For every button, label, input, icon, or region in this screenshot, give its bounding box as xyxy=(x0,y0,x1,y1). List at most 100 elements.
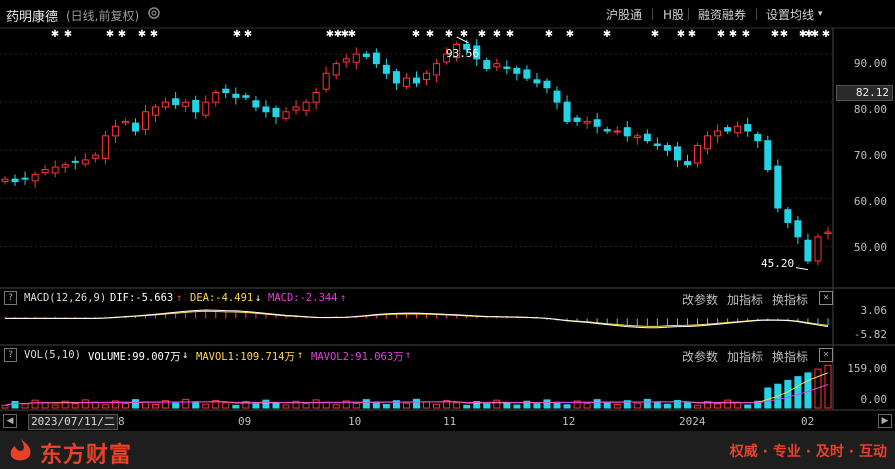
volume-bar xyxy=(91,401,99,409)
close-icon[interactable]: ✕ xyxy=(819,348,833,362)
volume-bar xyxy=(724,399,732,409)
event-marker-icon: ✱ xyxy=(729,29,737,40)
volume-bar xyxy=(192,401,200,409)
volume-bar xyxy=(101,404,109,409)
macd-y-tick: 3.06 xyxy=(860,304,888,317)
volume-bar xyxy=(262,399,270,409)
candle-body xyxy=(653,143,661,146)
candle-body xyxy=(724,127,732,132)
candle-body xyxy=(262,106,270,113)
event-marker-icon: ✱ xyxy=(138,29,146,40)
candle-body xyxy=(683,161,691,166)
candle-body xyxy=(242,95,250,98)
volume-bar xyxy=(152,403,160,409)
candle-body xyxy=(744,124,752,132)
footer-bar: 东方财富 权威 · 专业 · 及时 · 互动 xyxy=(0,431,895,469)
event-marker-icon: ✱ xyxy=(506,29,514,40)
candle-body xyxy=(784,209,792,223)
volume-bar xyxy=(653,401,661,409)
candle-body xyxy=(131,122,139,132)
volume-bar xyxy=(493,399,501,409)
volume-bar xyxy=(41,402,49,409)
volume-bar xyxy=(714,403,722,409)
vol-panel-header: ? VOL(5,10) VOLUME:99.007万 ↓ MAVOL1:109.… xyxy=(0,347,895,365)
volume-bar xyxy=(382,403,390,409)
volume-bar xyxy=(784,379,792,409)
candle-body xyxy=(523,69,531,79)
event-marker-icon: ✱ xyxy=(150,29,158,40)
edit-params-button[interactable]: 改参数 xyxy=(682,291,718,308)
candle-body xyxy=(673,146,681,161)
help-icon[interactable]: ? xyxy=(4,291,17,305)
volume-bar xyxy=(31,399,39,409)
candle-body xyxy=(503,66,511,69)
candle-body xyxy=(1,178,9,183)
up-arrow-icon: ↑ xyxy=(297,349,304,361)
event-marker-icon: ✱ xyxy=(51,29,59,40)
candle-body xyxy=(613,130,621,133)
volume-bar xyxy=(232,404,240,409)
candle-body xyxy=(232,93,240,98)
macd-dif: DIF:-5.663 xyxy=(110,292,174,304)
candle-body xyxy=(402,77,410,87)
volume-bar xyxy=(202,403,210,409)
y-tick-label: 60.00 xyxy=(853,195,887,208)
candle-body xyxy=(152,106,160,116)
candle-body xyxy=(603,129,611,132)
low-price-label: 45.20 xyxy=(761,257,795,270)
dif-line xyxy=(5,309,829,329)
volume-bar xyxy=(222,402,230,409)
volume-bar xyxy=(463,404,471,409)
event-marker-icon: ✱ xyxy=(348,29,356,40)
volume-bar xyxy=(453,402,461,409)
event-marker-icon: ✱ xyxy=(603,29,611,40)
candle-body xyxy=(342,58,350,63)
vol-y-tick: 159.00 xyxy=(847,362,887,375)
candle-body xyxy=(182,101,190,107)
vol-mavol1: MAVOL1:109.714万 xyxy=(196,351,296,363)
switch-indicator-button[interactable]: 换指标 xyxy=(772,291,808,308)
volume-bar xyxy=(412,398,421,409)
volume-bar xyxy=(483,403,491,409)
candle-body xyxy=(41,169,49,174)
add-indicator-button[interactable]: 加指标 xyxy=(727,291,763,308)
edit-params-button[interactable]: 改参数 xyxy=(682,348,718,365)
help-icon[interactable]: ? xyxy=(4,348,17,362)
macd-title: MACD(12,26,9) xyxy=(24,292,107,304)
up-arrow-icon: ↑ xyxy=(405,349,412,361)
event-marker-icon: ✱ xyxy=(106,29,114,40)
volume-bar xyxy=(583,402,591,409)
candle-body xyxy=(573,117,581,122)
up-arrow-icon: ↑ xyxy=(340,292,347,304)
event-marker-icon: ✱ xyxy=(244,29,252,40)
scroll-right-icon[interactable]: ▶ xyxy=(878,414,892,428)
y-tick-label: 90.00 xyxy=(853,57,887,70)
low-pointer xyxy=(795,267,809,271)
volume-bar xyxy=(744,404,752,409)
candle-body xyxy=(593,119,601,127)
candle-body xyxy=(272,107,280,118)
candle-body xyxy=(332,63,340,76)
candle-body xyxy=(814,236,822,262)
candle-body xyxy=(382,64,390,74)
switch-indicator-button[interactable]: 换指标 xyxy=(772,348,808,365)
candle-body xyxy=(162,101,170,108)
volume-bar xyxy=(613,403,621,409)
x-tick-label: 09 xyxy=(238,415,252,428)
volume-bar xyxy=(312,399,320,409)
event-marker-icon: ✱ xyxy=(651,29,659,40)
y-tick-label: 50.00 xyxy=(853,241,887,254)
candle-body xyxy=(51,166,59,174)
candle-body xyxy=(804,239,812,262)
candle-body xyxy=(101,135,109,159)
close-icon[interactable]: ✕ xyxy=(819,291,833,305)
up-arrow-icon: ↑ xyxy=(176,292,183,304)
candle-body xyxy=(142,111,150,130)
scroll-left-icon[interactable]: ◀ xyxy=(3,414,17,428)
candle-body xyxy=(192,99,200,113)
candle-body xyxy=(493,63,501,68)
candle-body xyxy=(643,133,651,142)
volume-bar xyxy=(21,403,29,409)
candle-body xyxy=(282,111,290,119)
add-indicator-button[interactable]: 加指标 xyxy=(727,348,763,365)
